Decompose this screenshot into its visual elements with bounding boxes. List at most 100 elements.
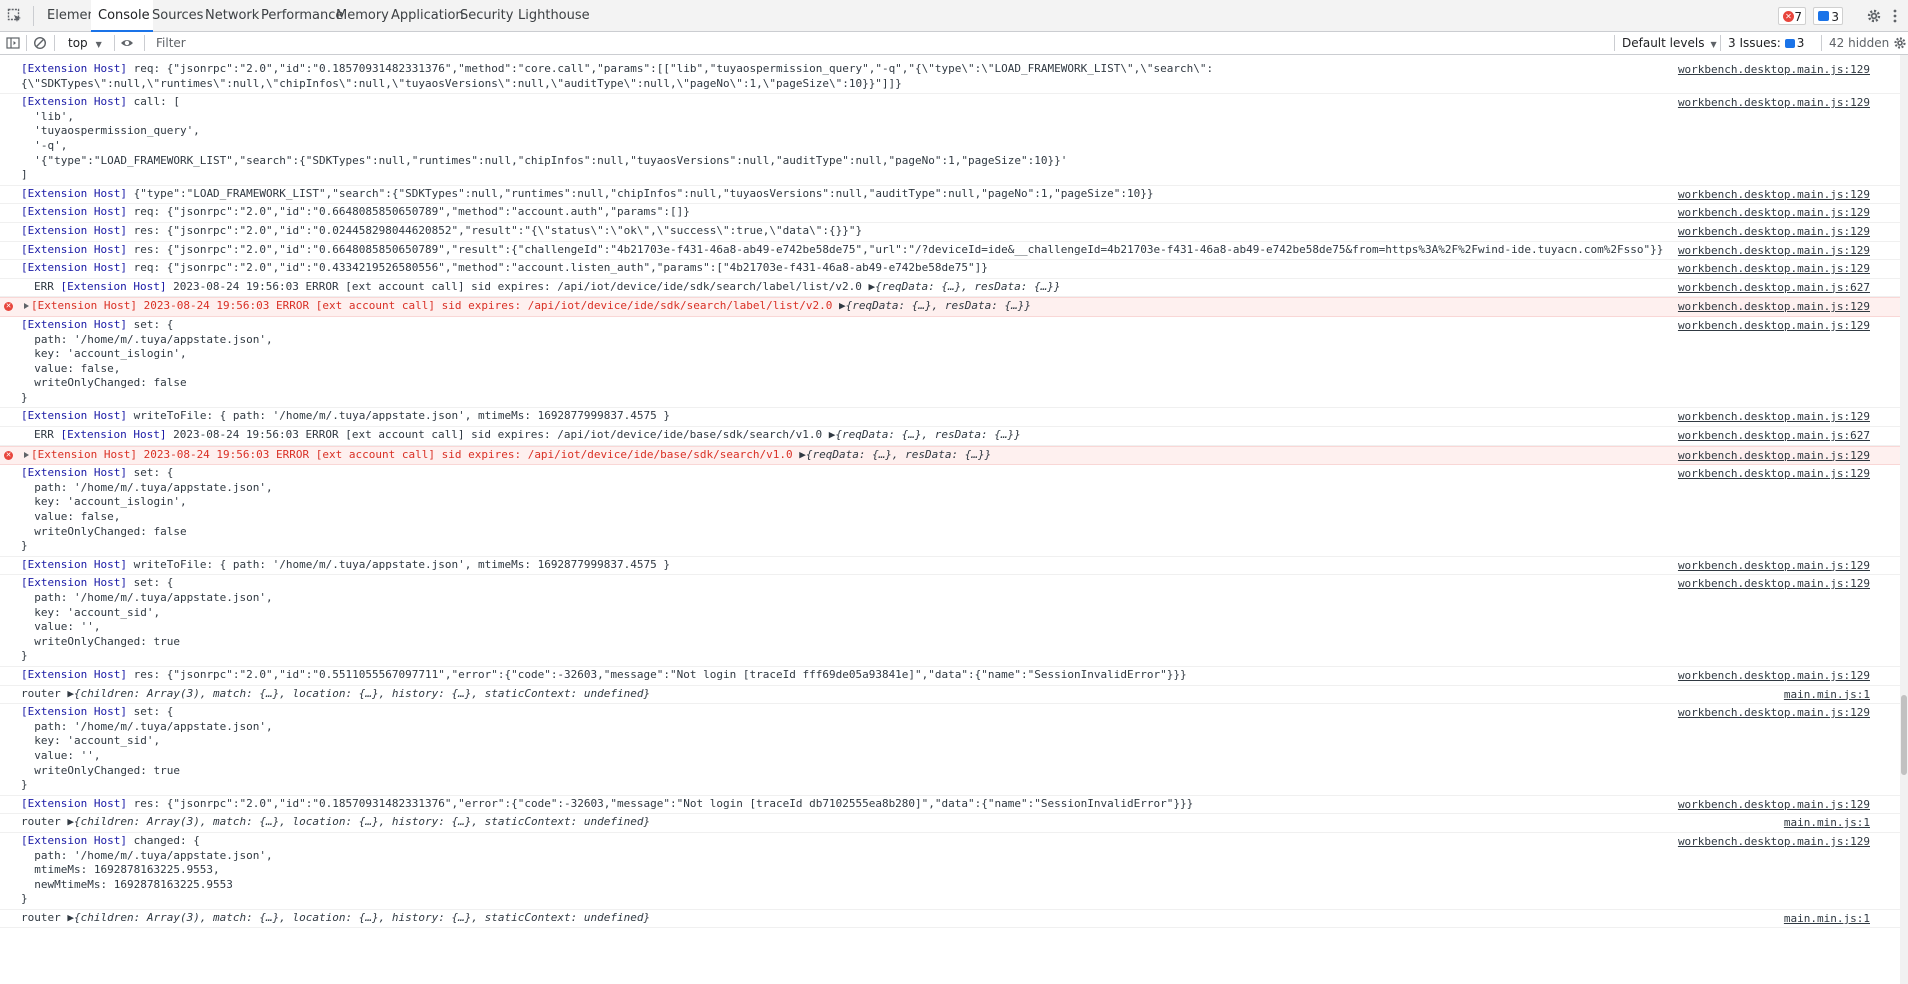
message-text: [Extension Host] set: { path: '/home/m/.…: [21, 705, 273, 792]
message-text: [Extension Host] {"type":"LOAD_FRAMEWORK…: [21, 186, 1154, 200]
console-scrollbar[interactable]: [1900, 55, 1908, 984]
message-text: [Extension Host] req: {"jsonrpc":"2.0","…: [21, 62, 1214, 90]
error-icon: ✕: [1783, 11, 1794, 22]
toolbar-separator: [54, 35, 55, 51]
tab-console[interactable]: Console: [91, 0, 153, 32]
message-text: [Extension Host] set: { path: '/home/m/.…: [21, 466, 273, 553]
expand-triangle-icon[interactable]: [24, 303, 29, 310]
log-levels-dropdown[interactable]: Default levels ▼: [1622, 35, 1717, 53]
source-link[interactable]: main.min.js:1: [1784, 688, 1870, 703]
source-link[interactable]: workbench.desktop.main.js:129: [1678, 63, 1870, 78]
message-text: [Extension Host] res: {"jsonrpc":"2.0","…: [21, 223, 863, 237]
show-sidebar-icon[interactable]: [6, 36, 20, 50]
console-message: [Extension Host] set: { path: '/home/m/.…: [0, 465, 1900, 557]
dropdown-arrow-icon: ▼: [95, 40, 102, 49]
console-messages[interactable]: [Extension Host] req: {"jsonrpc":"2.0","…: [0, 55, 1900, 984]
source-link[interactable]: workbench.desktop.main.js:129: [1678, 206, 1870, 221]
console-message: [Extension Host] changed: { path: '/home…: [0, 833, 1900, 910]
message-text: [Extension Host] writeToFile: { path: '/…: [21, 409, 671, 423]
console-message: [Extension Host] req: {"jsonrpc":"2.0","…: [0, 61, 1900, 95]
issues-count: 3: [1796, 36, 1805, 50]
source-link[interactable]: workbench.desktop.main.js:129: [1678, 669, 1870, 684]
message-text: ERR [Extension Host] 2023-08-24 19:56:03…: [34, 428, 1021, 442]
source-link[interactable]: workbench.desktop.main.js:129: [1678, 798, 1870, 813]
message-text: router ▶{children: Array(3), match: {…},…: [21, 815, 651, 829]
toolbar-separator: [114, 35, 115, 51]
tab-elements[interactable]: Elements: [40, 0, 108, 32]
source-link[interactable]: workbench.desktop.main.js:129: [1678, 262, 1870, 277]
message-text: [Extension Host] call: [ 'lib', 'tuyaosp…: [21, 95, 1068, 182]
error-icon: ✕: [4, 450, 13, 460]
source-link[interactable]: workbench.desktop.main.js:129: [1678, 188, 1870, 203]
source-link[interactable]: workbench.desktop.main.js:129: [1678, 706, 1870, 721]
tab-performance[interactable]: Performance: [254, 0, 343, 32]
source-link[interactable]: workbench.desktop.main.js:129: [1678, 467, 1870, 482]
toolbar-separator: [144, 35, 145, 51]
issues-label: 3 Issues:: [1728, 36, 1781, 50]
message-text: ERR [Extension Host] 2023-08-24 19:56:03…: [34, 279, 1061, 293]
error-count-badge[interactable]: ✕ 7: [1778, 7, 1806, 25]
live-expression-eye-icon[interactable]: [120, 36, 134, 50]
context-selector[interactable]: top ▼: [68, 35, 102, 51]
devtools-tab-bar: Elements Console Sources Network Performance…: [0, 0, 1908, 32]
message-count-badge[interactable]: 3: [1813, 7, 1843, 25]
more-options-icon[interactable]: [1892, 8, 1898, 24]
tab-security[interactable]: Security: [453, 0, 513, 32]
source-link[interactable]: workbench.desktop.main.js:129: [1678, 244, 1870, 259]
toolbar-separator: [1614, 35, 1615, 51]
expand-triangle-icon[interactable]: [24, 451, 29, 458]
message-text: [Extension Host] res: {"jsonrpc":"2.0","…: [21, 667, 1187, 681]
source-link[interactable]: workbench.desktop.main.js:129: [1678, 559, 1870, 574]
source-link[interactable]: workbench.desktop.main.js:627: [1678, 281, 1870, 296]
console-message: [Extension Host] req: {"jsonrpc":"2.0","…: [0, 204, 1900, 223]
console-error-message: ✕ [Extension Host] 2023-08-24 19:56:03 ER…: [0, 445, 1900, 466]
message-text: [Extension Host] set: { path: '/home/m/.…: [21, 576, 273, 663]
console-message: [Extension Host] set: { path: '/home/m/.…: [0, 317, 1900, 409]
source-link[interactable]: workbench.desktop.main.js:129: [1678, 577, 1870, 592]
tab-application[interactable]: Application: [384, 0, 464, 32]
console-message: [Extension Host] set: { path: '/home/m/.…: [0, 575, 1900, 667]
source-link[interactable]: main.min.js:1: [1784, 816, 1870, 831]
message-text: router ▶{children: Array(3), match: {…},…: [21, 910, 651, 924]
tab-sources[interactable]: Sources: [145, 0, 205, 32]
console-message: [Extension Host] req: {"jsonrpc":"2.0","…: [0, 260, 1900, 279]
context-label: top: [68, 36, 88, 50]
inspect-element-icon[interactable]: [7, 8, 23, 24]
tab-network[interactable]: Network: [198, 0, 260, 32]
console-message: [Extension Host] set: { path: '/home/m/.…: [0, 704, 1900, 796]
console-message: [Extension Host] call: [ 'lib', 'tuyaosp…: [0, 94, 1900, 186]
log-levels-label: Default levels: [1622, 36, 1705, 50]
source-link[interactable]: workbench.desktop.main.js:129: [1678, 96, 1870, 111]
message-text: [Extension Host] res: {"jsonrpc":"2.0","…: [21, 796, 1194, 810]
tab-separator: [33, 6, 34, 26]
message-text: [Extension Host] changed: { path: '/home…: [21, 833, 273, 906]
console-message: ERR [Extension Host] 2023-08-24 19:56:03…: [0, 427, 1900, 446]
filter-input[interactable]: [152, 34, 1618, 52]
issues-button[interactable]: 3 Issues: 3: [1728, 35, 1804, 51]
source-link[interactable]: main.min.js:1: [1784, 912, 1870, 927]
settings-gear-icon[interactable]: [1866, 8, 1882, 24]
message-text: [Extension Host] set: { path: '/home/m/.…: [21, 317, 273, 404]
scrollbar-thumb[interactable]: [1901, 695, 1907, 775]
tab-lighthouse[interactable]: Lighthouse: [511, 0, 595, 32]
source-link[interactable]: workbench.desktop.main.js:129: [1678, 449, 1870, 464]
console-settings-gear-icon[interactable]: [1893, 36, 1907, 50]
tab-memory[interactable]: Memory: [329, 0, 389, 32]
source-link[interactable]: workbench.desktop.main.js:129: [1678, 319, 1870, 334]
dropdown-arrow-icon: ▼: [1710, 40, 1717, 49]
console-message: [Extension Host] writeToFile: { path: '/…: [0, 557, 1900, 576]
source-link[interactable]: workbench.desktop.main.js:627: [1678, 429, 1870, 444]
message-count: 3: [1831, 10, 1839, 24]
source-link[interactable]: workbench.desktop.main.js:129: [1678, 225, 1870, 240]
message-icon: [1818, 11, 1829, 21]
console-message: [Extension Host] writeToFile: { path: '/…: [0, 408, 1900, 428]
console-toolbar: top ▼ Default levels ▼ 3 Issues: 3 42 hidde…: [0, 32, 1908, 55]
console-error-message: ✕ [Extension Host] 2023-08-24 19:56:03 ER…: [0, 297, 1900, 317]
toolbar-separator: [1821, 35, 1822, 51]
clear-console-icon[interactable]: [33, 36, 47, 50]
source-link[interactable]: workbench.desktop.main.js:129: [1678, 300, 1870, 315]
message-text: router ▶{children: Array(3), match: {…},…: [21, 686, 651, 700]
source-link[interactable]: workbench.desktop.main.js:129: [1678, 410, 1870, 425]
source-link[interactable]: workbench.desktop.main.js:129: [1678, 835, 1870, 850]
message-text: [Extension Host] req: {"jsonrpc":"2.0","…: [21, 261, 988, 275]
